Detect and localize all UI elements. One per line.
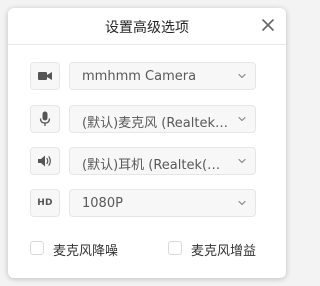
close-icon: [262, 19, 274, 31]
close-button[interactable]: [260, 17, 276, 33]
microphone-select-value: (默认)麦克风 (Realtek(R) Audio): [82, 116, 229, 131]
camera-row: mmhmm Camera: [30, 62, 266, 90]
resolution-row: HD 1080P: [30, 189, 266, 217]
video-camera-icon: [38, 72, 52, 80]
chevron-down-icon: [238, 158, 246, 164]
hd-icon: HD: [37, 198, 53, 208]
speaker-select-value: (默认)耳机 (Realtek(R) Audio): [82, 158, 229, 173]
resolution-select[interactable]: 1080P: [69, 189, 256, 217]
speaker-row: (默认)耳机 (Realtek(R) Audio): [30, 147, 266, 175]
speaker-icon-box: [30, 147, 60, 175]
camera-select-value: mmhmm Camera: [82, 69, 197, 84]
speaker-icon: [38, 155, 51, 167]
mic-gain-checkbox[interactable]: [168, 241, 182, 255]
speaker-select[interactable]: (默认)耳机 (Realtek(R) Audio): [69, 147, 256, 175]
dialog-header: 设置高级选项: [8, 8, 286, 45]
mic-noise-reduction-option[interactable]: 麦克风降噪: [30, 240, 140, 259]
dialog-title: 设置高级选项: [105, 20, 189, 36]
microphone-icon: [39, 111, 51, 126]
advanced-settings-dialog: 设置高级选项 mmhmm Camera (默认)麦克风 (Realtek(R) …: [8, 8, 286, 278]
camera-icon-box: [30, 62, 60, 90]
chevron-down-icon: [238, 200, 246, 206]
chevron-down-icon: [238, 73, 246, 79]
chevron-down-icon: [238, 116, 246, 122]
resolution-icon-box: HD: [30, 189, 60, 217]
mic-gain-option[interactable]: 麦克风增益: [168, 240, 274, 259]
mic-noise-reduction-checkbox[interactable]: [30, 241, 44, 255]
resolution-select-value: 1080P: [82, 196, 123, 211]
mic-noise-reduction-label: 麦克风降噪: [53, 244, 119, 259]
microphone-select[interactable]: (默认)麦克风 (Realtek(R) Audio): [69, 105, 256, 133]
microphone-icon-box: [30, 105, 60, 133]
mic-gain-label: 麦克风增益: [191, 244, 257, 259]
microphone-row: (默认)麦克风 (Realtek(R) Audio): [30, 105, 266, 133]
camera-select[interactable]: mmhmm Camera: [69, 62, 256, 90]
